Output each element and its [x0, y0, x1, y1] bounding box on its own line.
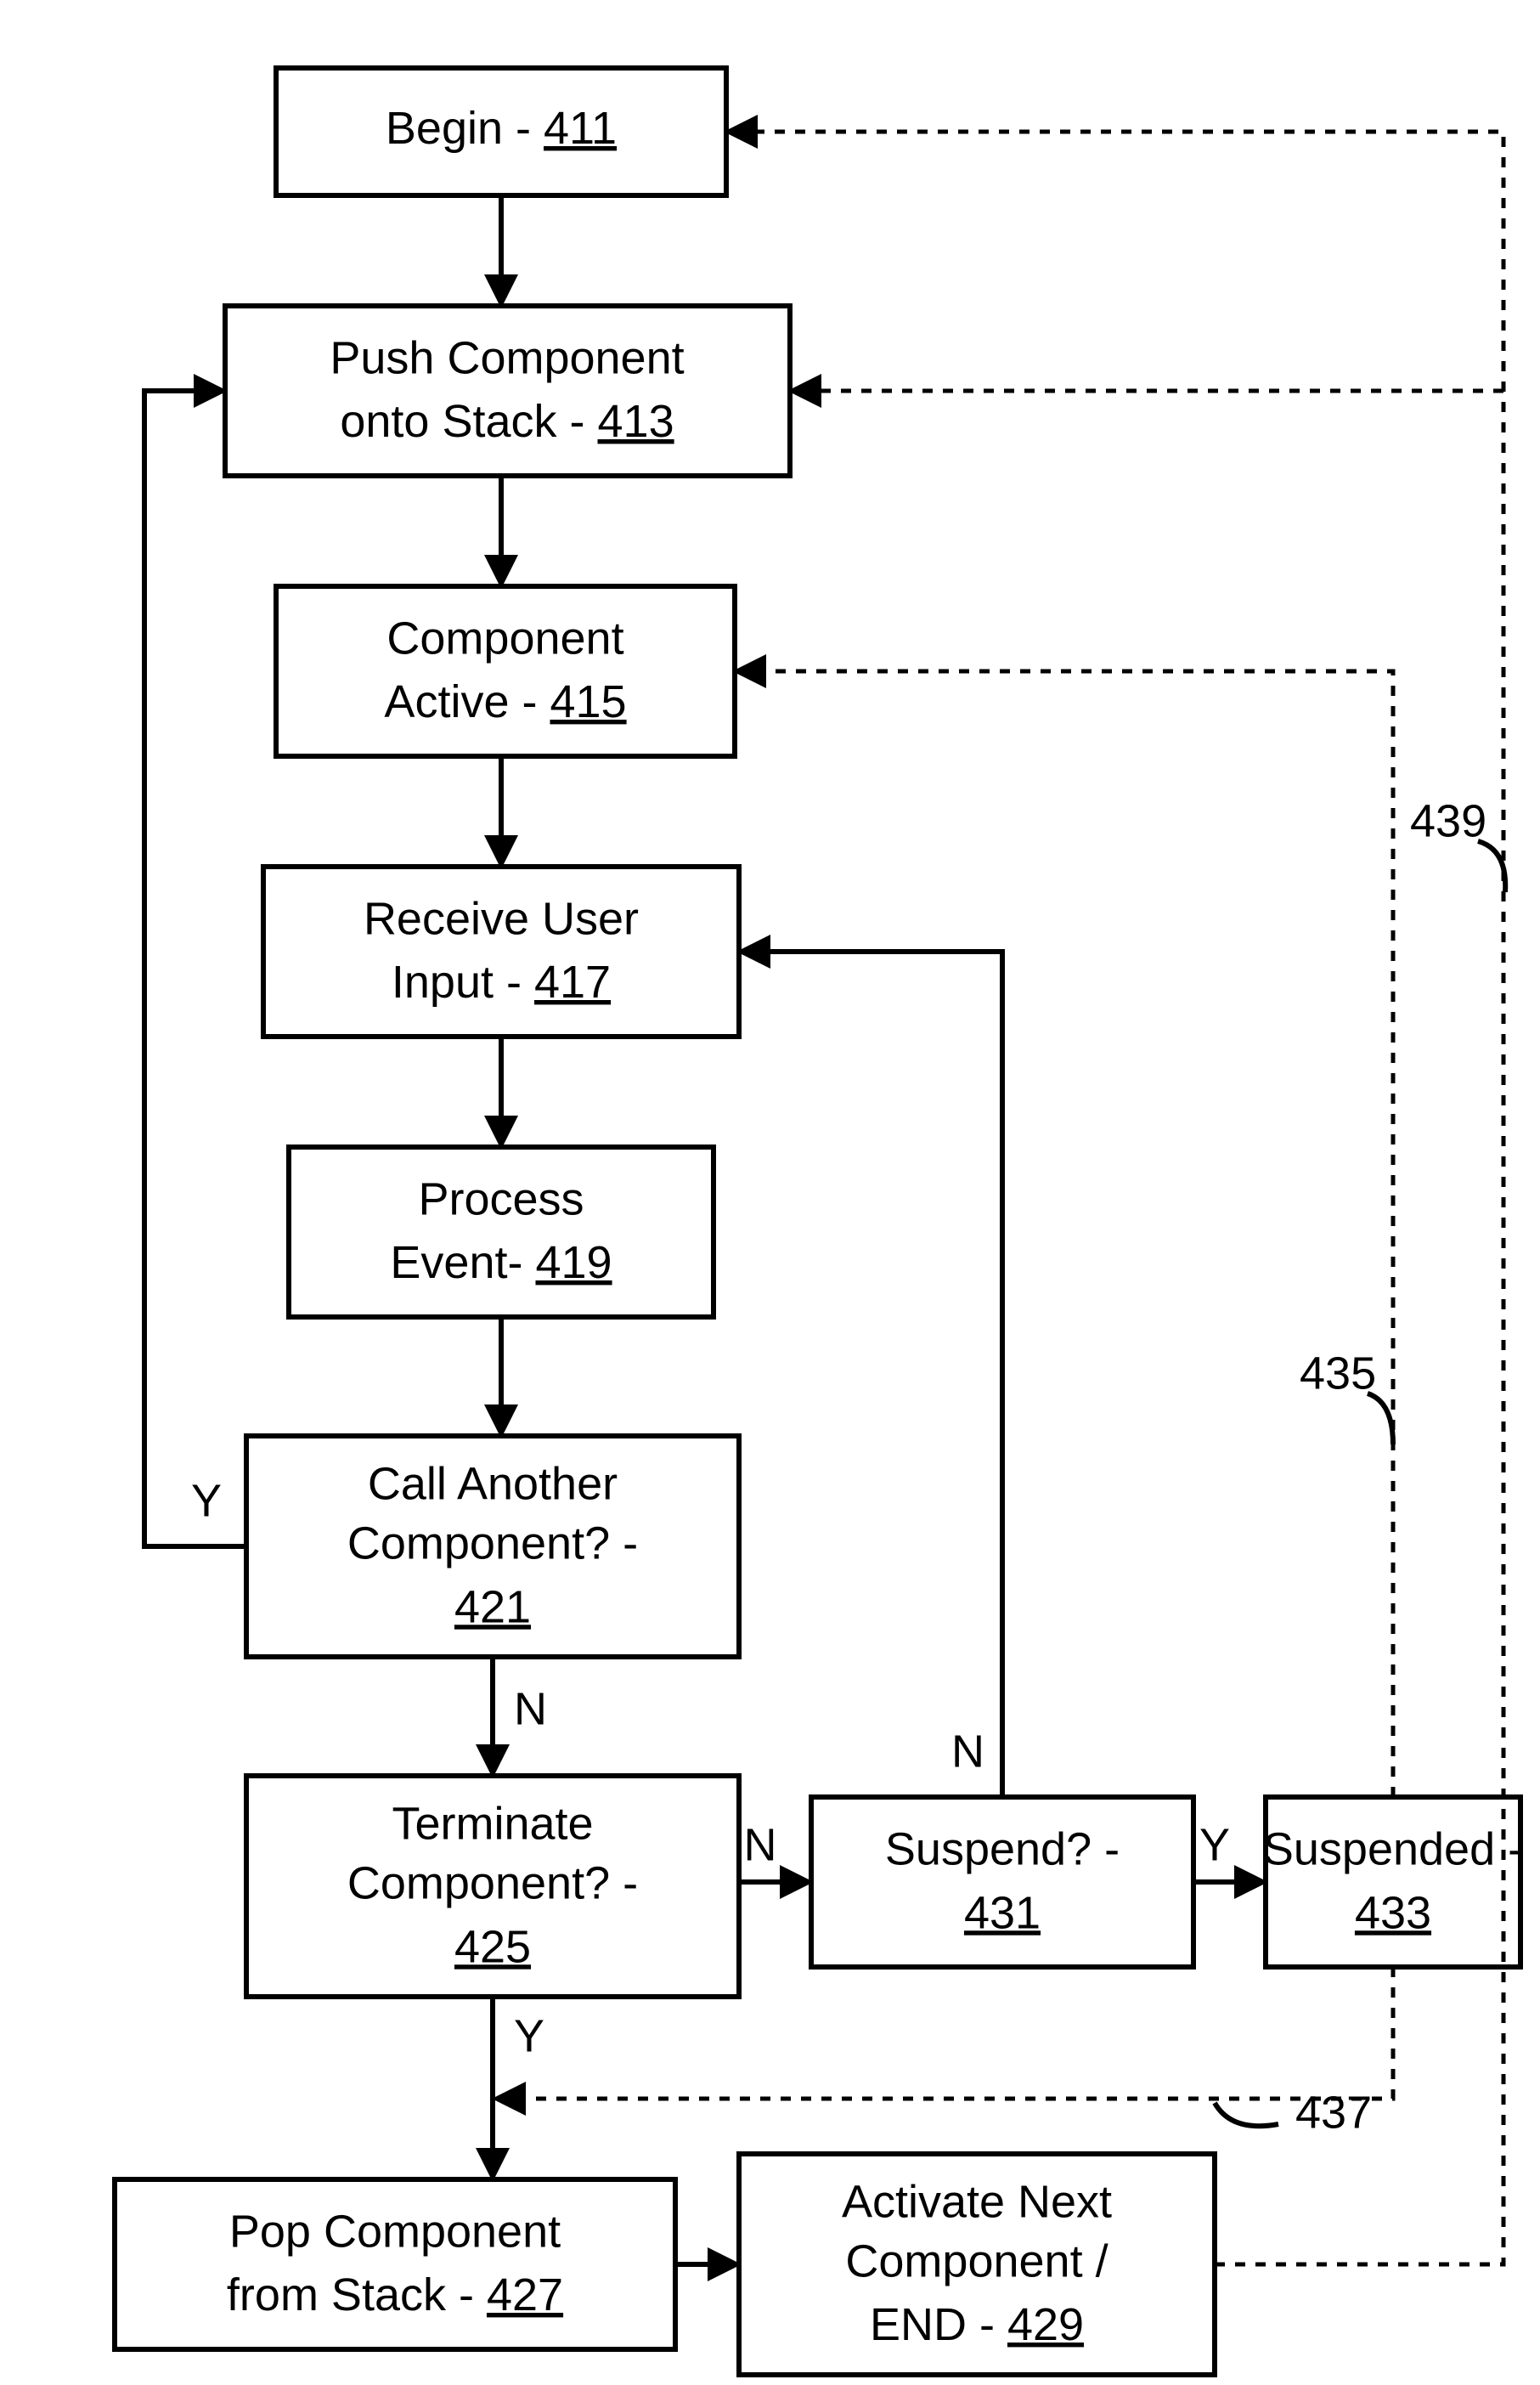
node-begin: Begin - 411	[276, 68, 726, 195]
node-activate-next: Activate Next Component / END - 429	[739, 2154, 1215, 2375]
node-suspended: Suspended - 433	[1263, 1797, 1523, 1967]
node-receive-line1: Receive User	[364, 893, 639, 944]
node-push-line2: onto Stack -	[340, 396, 597, 447]
label-425-Y: Y	[514, 2010, 544, 2061]
node-push-ref: 413	[598, 396, 674, 447]
node-push-component: Push Component onto Stack - 413	[225, 306, 790, 476]
node-active-line1: Component	[386, 613, 623, 664]
node-term-line1: Terminate	[392, 1798, 593, 1849]
node-terminate: Terminate Component? - 425	[246, 1776, 739, 1997]
svg-text:onto Stack - 413: onto Stack - 413	[340, 396, 674, 447]
svg-text:END - 429: END - 429	[870, 2299, 1084, 2350]
node-begin-ref: 411	[544, 103, 617, 154]
node-act-line2: Component /	[845, 2235, 1108, 2286]
node-suspended-ref: 433	[1355, 1887, 1431, 1938]
flowchart-diagram: Begin - 411 Push Component onto Stack - …	[0, 0, 1540, 2385]
svg-text:Active - 415: Active - 415	[384, 676, 626, 727]
node-active-line2: Active -	[384, 676, 550, 727]
node-term-ref: 425	[454, 1921, 531, 1972]
leader-439	[1478, 841, 1505, 892]
leader-437	[1215, 2103, 1278, 2126]
node-act-line3: END -	[870, 2299, 1007, 2350]
node-active-ref: 415	[550, 676, 626, 727]
node-process-ref: 419	[535, 1237, 612, 1288]
node-pop-ref: 427	[487, 2269, 563, 2320]
node-process-line2: Event-	[390, 1237, 535, 1288]
node-receive-input: Receive User Input - 417	[263, 867, 739, 1037]
node-begin-text: Begin -	[386, 103, 544, 154]
node-term-line2: Component? -	[347, 1857, 638, 1908]
label-431-N: N	[951, 1726, 984, 1777]
label-425-N: N	[744, 1819, 777, 1870]
node-call-line1: Call Another	[368, 1458, 618, 1509]
label-439: 439	[1410, 795, 1486, 846]
node-pop-line2: from Stack -	[227, 2269, 487, 2320]
node-act-line1: Activate Next	[842, 2176, 1112, 2227]
node-suspend-ref: 431	[964, 1887, 1041, 1938]
label-435: 435	[1300, 1348, 1376, 1399]
node-call-line2: Component? -	[347, 1517, 638, 1568]
node-suspended-line1: Suspended -	[1263, 1823, 1523, 1874]
node-suspend-line1: Suspend? -	[885, 1823, 1120, 1874]
node-process-line1: Process	[418, 1173, 584, 1224]
node-suspend: Suspend? - 431	[811, 1797, 1193, 1967]
leader-435	[1368, 1393, 1393, 1444]
label-421-Y: Y	[191, 1475, 222, 1526]
edge-421-413	[144, 391, 246, 1546]
edge-431-417	[743, 952, 1002, 1797]
node-receive-line2: Input -	[392, 957, 534, 1008]
label-421-N: N	[514, 1683, 547, 1734]
label-431-Y: Y	[1199, 1819, 1230, 1870]
node-push-line1: Push Component	[330, 332, 684, 383]
svg-text:from Stack - 427: from Stack - 427	[227, 2269, 563, 2320]
node-call-ref: 421	[454, 1581, 531, 1632]
svg-text:Event- 419: Event- 419	[390, 1237, 612, 1288]
edge-435	[739, 671, 1393, 1797]
node-receive-ref: 417	[534, 957, 611, 1008]
svg-text:Input - 417: Input - 417	[392, 957, 611, 1008]
label-437: 437	[1295, 2087, 1372, 2138]
svg-text:Begin - 411: Begin - 411	[386, 103, 617, 154]
node-process-event: Process Event- 419	[289, 1147, 714, 1317]
node-act-ref: 429	[1007, 2299, 1084, 2350]
node-call-another: Call Another Component? - 421	[246, 1436, 739, 1657]
node-pop-line1: Pop Component	[229, 2206, 561, 2257]
node-component-active: Component Active - 415	[276, 586, 735, 756]
node-pop-component: Pop Component from Stack - 427	[115, 2179, 675, 2349]
